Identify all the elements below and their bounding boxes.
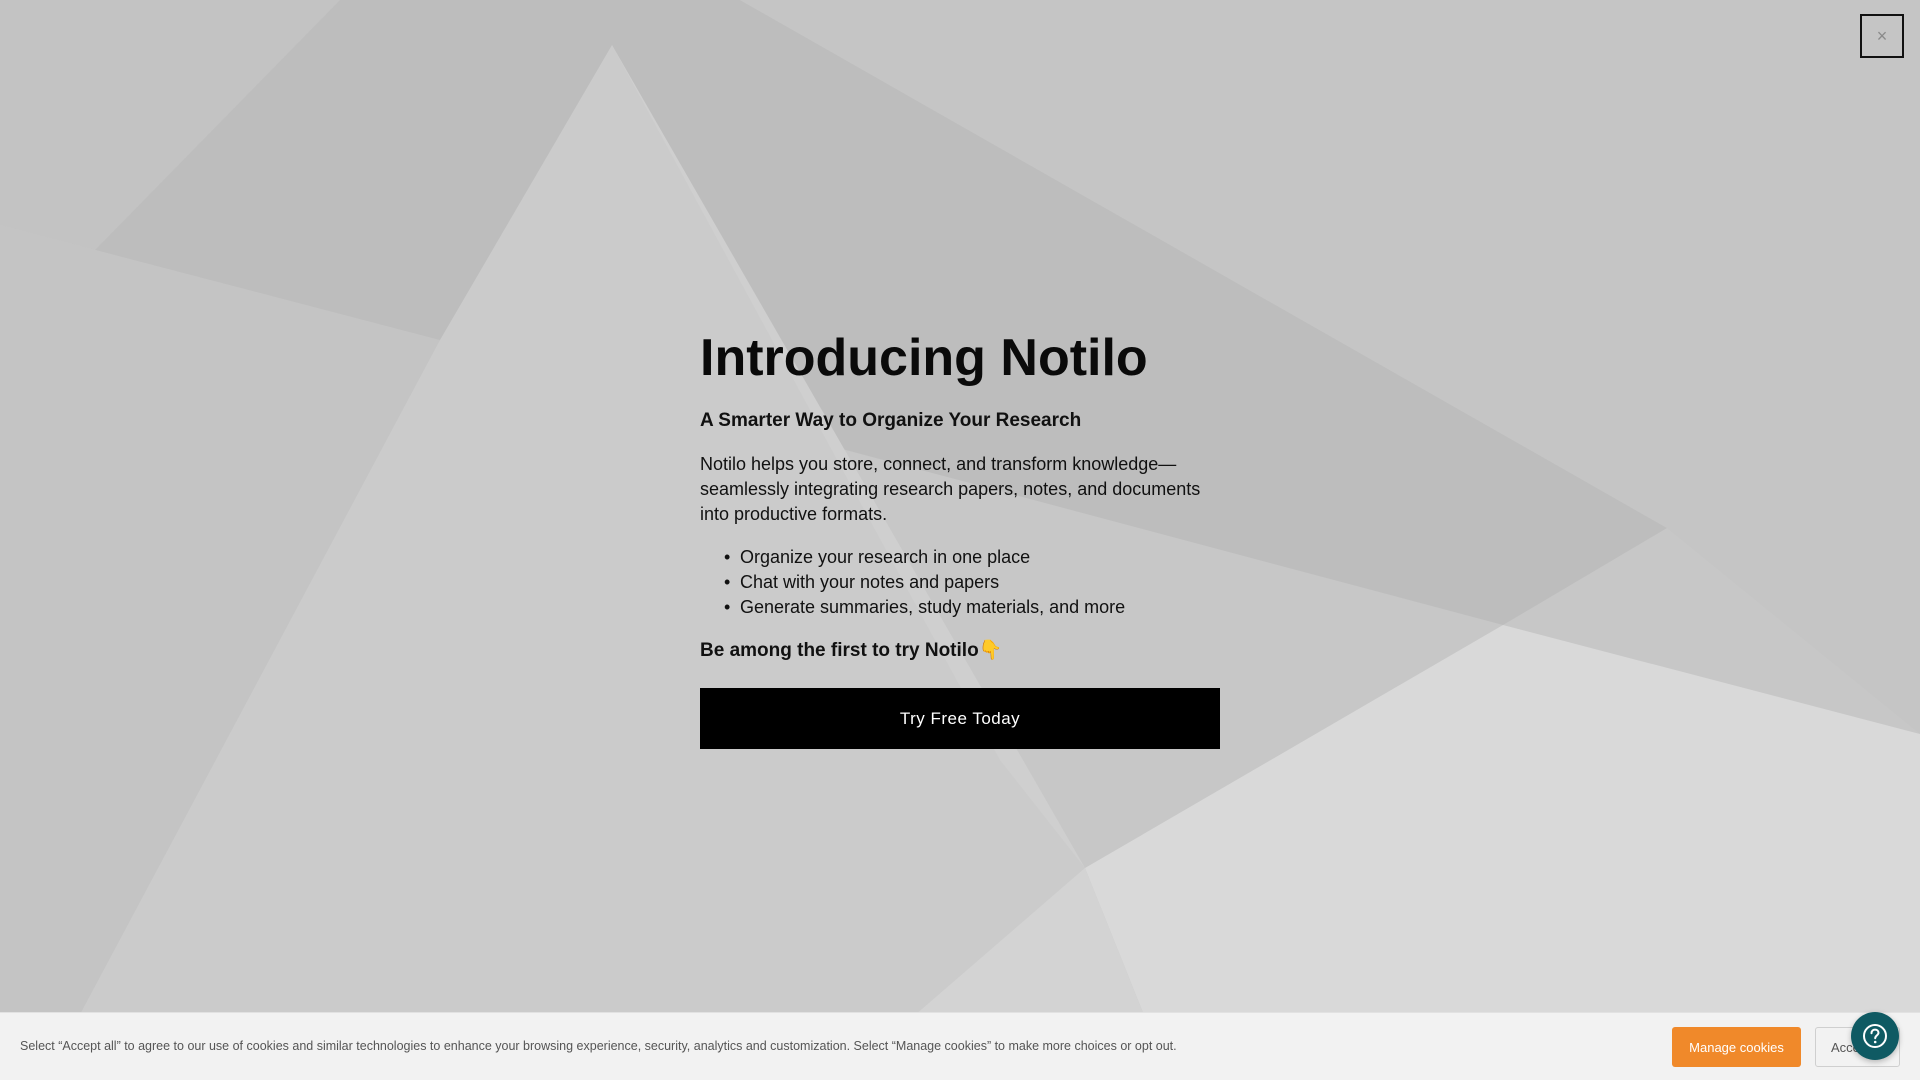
help-button[interactable] xyxy=(1851,1012,1899,1060)
list-item: • Organize your research in one place xyxy=(700,545,1220,570)
manage-cookies-button[interactable]: Manage cookies xyxy=(1672,1027,1801,1067)
page-title: Introducing Notilo xyxy=(700,329,1148,387)
close-modal-button[interactable]: × xyxy=(1860,14,1904,58)
cta-text: Be among the first to try Notilo👇 xyxy=(700,640,1003,661)
bullet-icon: • xyxy=(724,572,731,592)
close-icon: × xyxy=(1876,25,1888,46)
list-item: • Generate summaries, study materials, an… xyxy=(700,595,1220,620)
help-circle-icon xyxy=(1863,1024,1887,1048)
subtitle: A Smarter Way to Organize Your Research xyxy=(700,410,1082,431)
bullet-icon: • xyxy=(724,597,731,617)
feature-text: Generate summaries, study materials, and… xyxy=(740,597,1126,617)
feature-text: Chat with your notes and papers xyxy=(740,572,1000,592)
bullet-icon: • xyxy=(724,547,731,567)
description: Notilo helps you store, connect, and tra… xyxy=(700,454,1201,524)
cookie-banner: Select “Accept all” to agree to our use … xyxy=(0,1012,1920,1080)
intro-modal-content: Introducing Notilo A Smarter Way to Orga… xyxy=(700,322,1220,749)
cookie-text: Select “Accept all” to agree to our use … xyxy=(20,1039,1177,1053)
feature-text: Organize your research in one place xyxy=(740,547,1031,567)
try-free-button[interactable]: Try Free Today xyxy=(700,688,1220,749)
list-item: • Chat with your notes and papers xyxy=(700,570,1220,595)
feature-list: • Organize your research in one place • Ch… xyxy=(700,545,1220,620)
